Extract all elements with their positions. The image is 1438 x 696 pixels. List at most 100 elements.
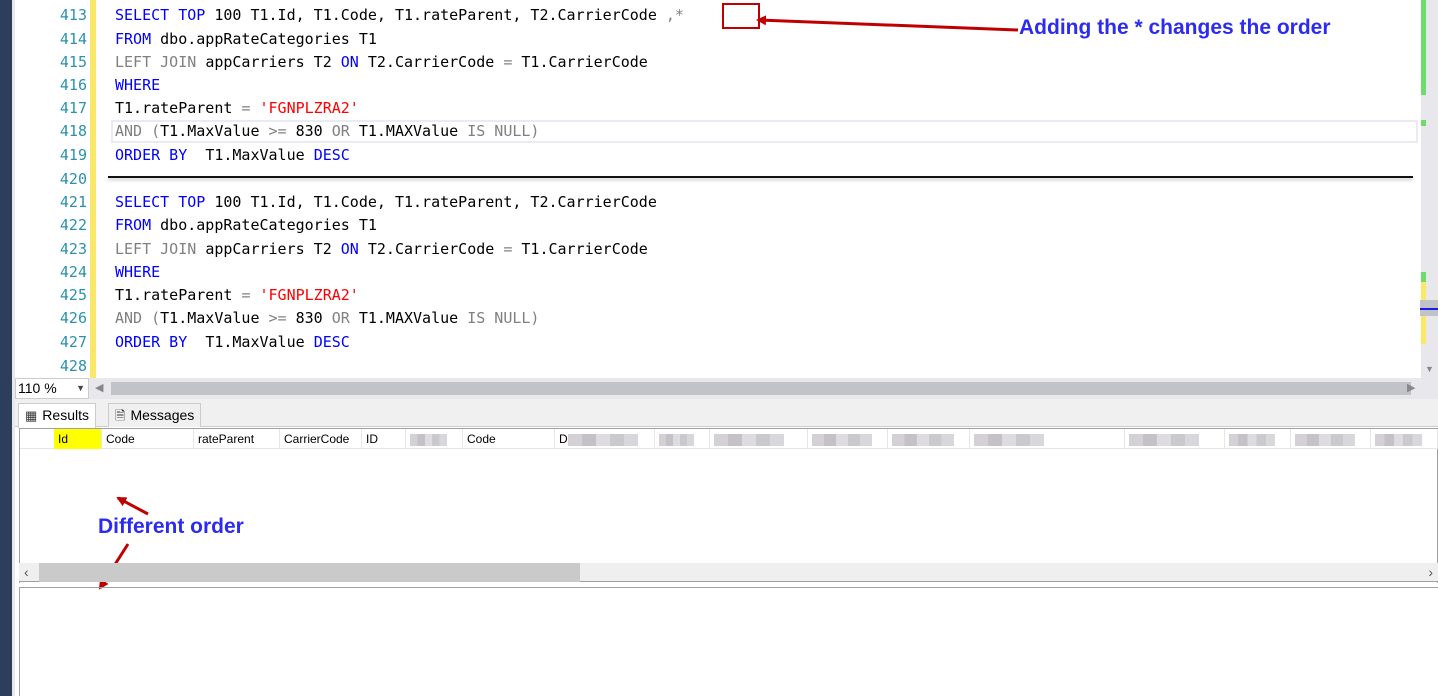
code-line[interactable]: 419 ORDER BY T1.MaxValue DESC bbox=[15, 144, 1421, 168]
messages-icon: 🗎 bbox=[115, 408, 126, 423]
code-token: FROM bbox=[115, 216, 161, 234]
line-number: 424 bbox=[59, 263, 87, 281]
column-header[interactable]: D bbox=[555, 429, 655, 449]
code-line[interactable]: 416 WHERE bbox=[15, 74, 1421, 98]
line-number: 423 bbox=[59, 240, 87, 258]
code-line[interactable]: 420 bbox=[15, 168, 1421, 192]
code-text: ORDER BY T1.MaxValue DESC bbox=[115, 331, 350, 355]
code-line[interactable]: 423 LEFT JOIN appCarriers T2 ON T2.Carrie… bbox=[15, 238, 1421, 262]
code-line[interactable]: 422 FROM dbo.appRateCategories T1 bbox=[15, 214, 1421, 238]
code-token: = bbox=[503, 240, 522, 258]
column-header[interactable] bbox=[406, 429, 463, 449]
column-header[interactable] bbox=[710, 429, 808, 449]
window-left-edge bbox=[0, 0, 12, 696]
code-token: OR bbox=[331, 122, 359, 140]
code-line[interactable]: 418 AND (T1.MaxValue >= 830 OR T1.MAXValu… bbox=[15, 120, 1421, 144]
column-header[interactable]: rateParent bbox=[194, 429, 280, 449]
column-header[interactable]: ID bbox=[362, 429, 406, 449]
column-header[interactable] bbox=[808, 429, 888, 449]
column-header[interactable] bbox=[1225, 429, 1291, 449]
redacted-value bbox=[1129, 433, 1199, 446]
code-line[interactable]: 421 SELECT TOP 100 T1.Id, T1.Code, T1.rat… bbox=[15, 191, 1421, 215]
change-marker-saved bbox=[1421, 272, 1426, 282]
code-token: AND ( bbox=[115, 309, 161, 327]
line-number: 413 bbox=[59, 6, 87, 24]
code-token: T1.CarrierCode bbox=[521, 240, 648, 258]
redacted-value bbox=[659, 433, 694, 446]
line-number: 419 bbox=[59, 146, 87, 164]
code-line[interactable]: 427 ORDER BY T1.MaxValue DESC bbox=[15, 331, 1421, 355]
result-grid-1-pane bbox=[19, 428, 1438, 583]
query-editor[interactable]: 413 SELECT TOP 100 T1.Id, T1.Code, T1.rat… bbox=[15, 0, 1421, 378]
column-header[interactable] bbox=[888, 429, 970, 449]
line-number: 418 bbox=[59, 122, 87, 140]
editor-horizontal-scroll-thumb[interactable] bbox=[111, 382, 1411, 395]
redacted-value bbox=[892, 433, 954, 446]
column-header[interactable] bbox=[1291, 429, 1371, 449]
code-token: 'FGNPLZRA2' bbox=[259, 99, 359, 117]
line-number: 421 bbox=[59, 193, 87, 211]
code-line[interactable]: 415 LEFT JOIN appCarriers T2 ON T2.Carrie… bbox=[15, 51, 1421, 75]
code-token: DESC bbox=[313, 146, 350, 164]
code-text: FROM dbo.appRateCategories T1 bbox=[115, 214, 377, 238]
column-header[interactable]: Id bbox=[54, 429, 102, 449]
code-token: OR bbox=[331, 309, 359, 327]
column-header[interactable]: CarrierCode bbox=[280, 429, 362, 449]
redacted-value bbox=[1229, 433, 1275, 446]
scroll-down-arrow-icon[interactable]: ▼ bbox=[1425, 364, 1434, 374]
code-text: FROM dbo.appRateCategories T1 bbox=[115, 28, 377, 52]
code-token: ,* bbox=[665, 6, 684, 24]
redacted-value bbox=[567, 433, 638, 446]
result-scroll-thumb[interactable] bbox=[39, 563, 580, 582]
line-number: 425 bbox=[59, 286, 87, 304]
code-line[interactable]: 417 T1.rateParent = 'FGNPLZRA2' bbox=[15, 97, 1421, 121]
code-line[interactable]: 425 T1.rateParent = 'FGNPLZRA2' bbox=[15, 284, 1421, 308]
code-token: ON bbox=[340, 240, 368, 258]
column-header[interactable]: Code bbox=[463, 429, 555, 449]
code-text: T1.rateParent = 'FGNPLZRA2' bbox=[115, 284, 359, 308]
code-token: LEFT JOIN bbox=[115, 53, 206, 71]
column-header[interactable] bbox=[655, 429, 710, 449]
result-grid-2-pane bbox=[19, 587, 1438, 696]
code-text: SELECT TOP 100 T1.Id, T1.Code, T1.ratePa… bbox=[115, 4, 684, 28]
scroll-right-arrow-icon[interactable]: › bbox=[1428, 564, 1433, 580]
code-token: = bbox=[503, 53, 522, 71]
results-tabstrip: ▦ Results 🗎 Messages bbox=[15, 399, 1438, 428]
redacted-value bbox=[410, 433, 447, 446]
column-header[interactable]: Code bbox=[102, 429, 194, 449]
column-header[interactable] bbox=[970, 429, 1125, 449]
tab-messages-label: Messages bbox=[130, 407, 195, 423]
column-header[interactable] bbox=[1125, 429, 1225, 449]
column-header[interactable] bbox=[1371, 429, 1438, 449]
tab-messages[interactable]: 🗎 Messages bbox=[108, 403, 202, 427]
code-token: IS NULL) bbox=[467, 122, 540, 140]
tab-results[interactable]: ▦ Results bbox=[18, 403, 96, 428]
redacted-value bbox=[974, 433, 1044, 446]
code-token: = bbox=[241, 99, 260, 117]
scroll-right-arrow-icon[interactable]: ▶ bbox=[1407, 381, 1415, 394]
grid-corner[interactable] bbox=[20, 429, 54, 449]
code-text: AND (T1.MaxValue >= 830 OR T1.MAXValue I… bbox=[115, 307, 539, 331]
code-token: dbo.appRateCategories T1 bbox=[160, 30, 377, 48]
chevron-down-icon: ▼ bbox=[76, 383, 85, 393]
code-token: T1.rateParent bbox=[115, 99, 242, 117]
code-token: DESC bbox=[313, 333, 350, 351]
code-token: T1.MaxValue bbox=[205, 146, 314, 164]
scroll-left-arrow-icon[interactable]: ◀ bbox=[95, 381, 103, 394]
code-line[interactable]: 426 AND (T1.MaxValue >= 830 OR T1.MAXValu… bbox=[15, 307, 1421, 331]
code-token: dbo.appRateCategories T1 bbox=[160, 216, 377, 234]
zoom-dropdown[interactable]: 110 % ▼ bbox=[15, 378, 89, 399]
line-number: 428 bbox=[59, 357, 87, 375]
scroll-left-arrow-icon[interactable]: ‹ bbox=[24, 564, 29, 580]
line-number: 426 bbox=[59, 309, 87, 327]
redacted-value bbox=[714, 433, 784, 446]
code-token: >= bbox=[268, 122, 296, 140]
code-token: LEFT JOIN bbox=[115, 240, 206, 258]
code-line[interactable]: 428 bbox=[15, 355, 1421, 379]
redacted-value bbox=[1375, 433, 1422, 446]
result-grid-horizontal-scrollbar[interactable]: ‹ › bbox=[19, 563, 1438, 582]
code-line[interactable]: 424 WHERE bbox=[15, 261, 1421, 285]
code-token: T2.CarrierCode bbox=[367, 53, 504, 71]
code-token: T1.MAXValue bbox=[358, 122, 468, 140]
code-token: ON bbox=[340, 53, 368, 71]
